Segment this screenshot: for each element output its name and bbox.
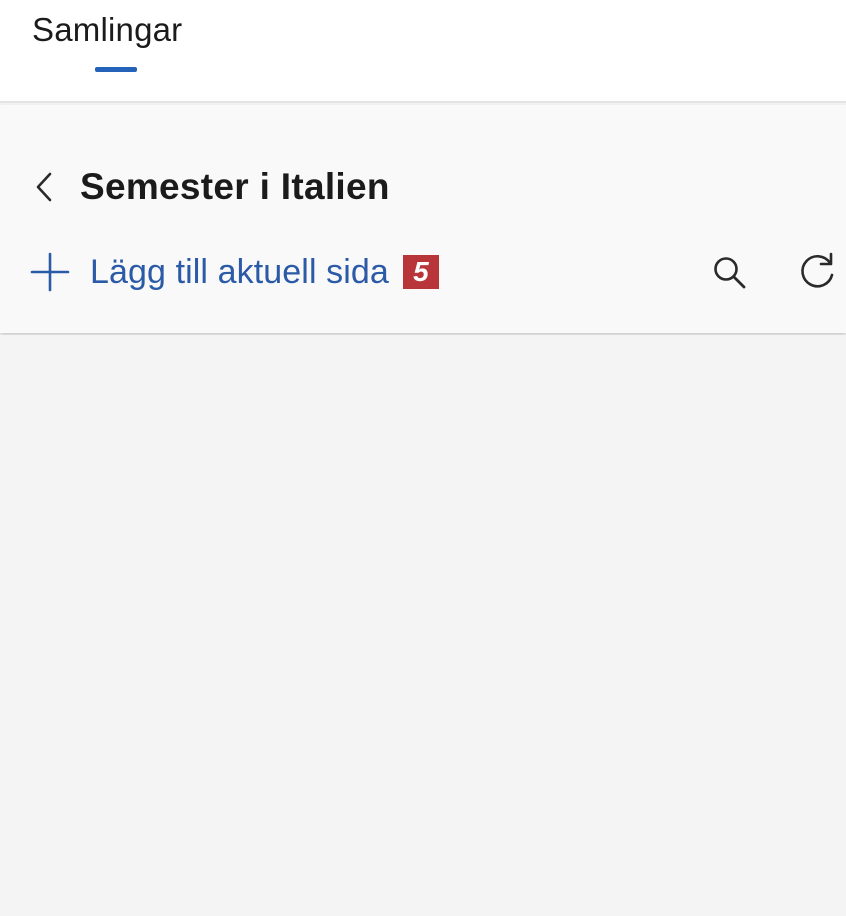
back-button[interactable] xyxy=(30,167,64,207)
collection-header-panel: Semester i Italien Lägg till aktuell sid… xyxy=(0,105,846,333)
refresh-icon xyxy=(801,252,834,288)
add-current-page-label: Lägg till aktuell sida xyxy=(90,253,389,291)
active-tab-indicator xyxy=(95,67,137,72)
collection-title: Semester i Italien xyxy=(80,166,390,207)
top-bar: Samlingar xyxy=(0,0,846,103)
tab-samlingar[interactable]: Samlingar xyxy=(32,12,182,48)
annotation-badge: 5 xyxy=(402,255,439,289)
search-button[interactable] xyxy=(710,253,750,293)
add-current-page-button[interactable]: Lägg till aktuell sida 5 xyxy=(28,247,439,297)
refresh-button[interactable] xyxy=(794,249,840,295)
collection-content-area xyxy=(0,335,846,916)
chevron-left-icon xyxy=(36,172,52,202)
plus-icon xyxy=(30,252,70,292)
search-icon xyxy=(714,257,746,289)
